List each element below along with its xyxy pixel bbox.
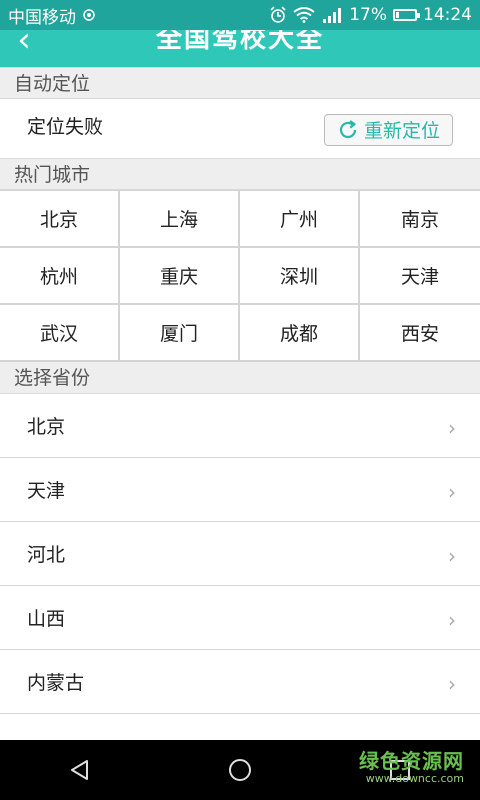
app-header: ‹ 全国驾校大全 (0, 30, 480, 67)
signal-broadcast-icon (82, 8, 96, 22)
section-header-provinces: 选择省份 (0, 362, 480, 394)
list-item[interactable]: 山西 › (0, 586, 480, 650)
chevron-right-icon: › (448, 671, 456, 696)
cellular-signal-icon (321, 6, 343, 24)
province-label: 天津 (27, 480, 66, 502)
status-left: 中国移动 (8, 3, 96, 28)
city-cell[interactable]: 深圳 (240, 248, 360, 305)
province-label: 河北 (27, 544, 66, 566)
section-header-auto-location: 自动定位 (0, 67, 480, 99)
list-item[interactable]: 内蒙古 › (0, 650, 480, 714)
watermark-url: www.downcc.com (365, 772, 464, 785)
location-status: 定位失败 (27, 116, 104, 138)
chevron-right-icon: › (448, 543, 456, 568)
city-cell[interactable]: 成都 (240, 305, 360, 362)
back-triangle-icon[interactable] (60, 750, 100, 790)
city-cell[interactable]: 厦门 (120, 305, 240, 362)
clock: 14:24 (423, 5, 472, 25)
watermark: 绿色资源网 www.downcc.com (359, 745, 464, 785)
list-item[interactable]: 天津 › (0, 458, 480, 522)
chevron-right-icon: › (448, 607, 456, 632)
province-list: 北京 › 天津 › 河北 › 山西 › 内蒙古 › (0, 394, 480, 714)
wifi-icon (293, 7, 315, 23)
city-cell[interactable]: 广州 (240, 191, 360, 248)
city-cell[interactable]: 北京 (0, 191, 120, 248)
carrier-label: 中国移动 (8, 7, 76, 28)
battery-icon (393, 9, 420, 21)
hot-city-grid: 北京 上海 广州 南京 杭州 重庆 深圳 天津 武汉 厦门 成都 西安 (0, 190, 480, 362)
city-cell[interactable]: 武汉 (0, 305, 120, 362)
province-label: 北京 (27, 416, 66, 438)
section-header-hot-cities: 热门城市 (0, 158, 480, 190)
city-cell[interactable]: 西安 (360, 305, 480, 362)
chevron-right-icon: › (448, 479, 456, 504)
content: 自动定位 定位失败 重新定位 热门城市 北京 上海 广州 南京 杭州 重庆 深圳… (0, 67, 480, 714)
location-row: 定位失败 重新定位 (0, 99, 480, 158)
relocate-button[interactable]: 重新定位 (324, 113, 453, 146)
battery-fill (396, 12, 399, 18)
province-label: 内蒙古 (27, 672, 85, 694)
list-item[interactable]: 河北 › (0, 522, 480, 586)
province-label: 山西 (27, 608, 66, 630)
alarm-icon (269, 6, 287, 24)
city-cell[interactable]: 重庆 (120, 248, 240, 305)
city-cell[interactable]: 南京 (360, 191, 480, 248)
city-cell[interactable]: 上海 (120, 191, 240, 248)
relocate-label: 重新定位 (363, 120, 440, 142)
city-cell[interactable]: 天津 (360, 248, 480, 305)
city-cell[interactable]: 杭州 (0, 248, 120, 305)
watermark-text: 绿色资源网 (359, 749, 464, 773)
status-right: 17% 14:24 (269, 5, 472, 25)
list-item[interactable]: 北京 › (0, 394, 480, 458)
refresh-icon (337, 119, 359, 141)
battery-percentage: 17% (349, 5, 387, 25)
screen: 中国移动 17% 14:24 ‹ 全国驾校大全 自动定位 定位失败 重新定位 热… (0, 0, 480, 800)
status-bar: 中国移动 17% 14:24 (0, 0, 480, 30)
home-circle-icon[interactable] (220, 750, 260, 790)
page-title: 全国驾校大全 (155, 30, 324, 54)
chevron-right-icon: › (448, 415, 456, 440)
